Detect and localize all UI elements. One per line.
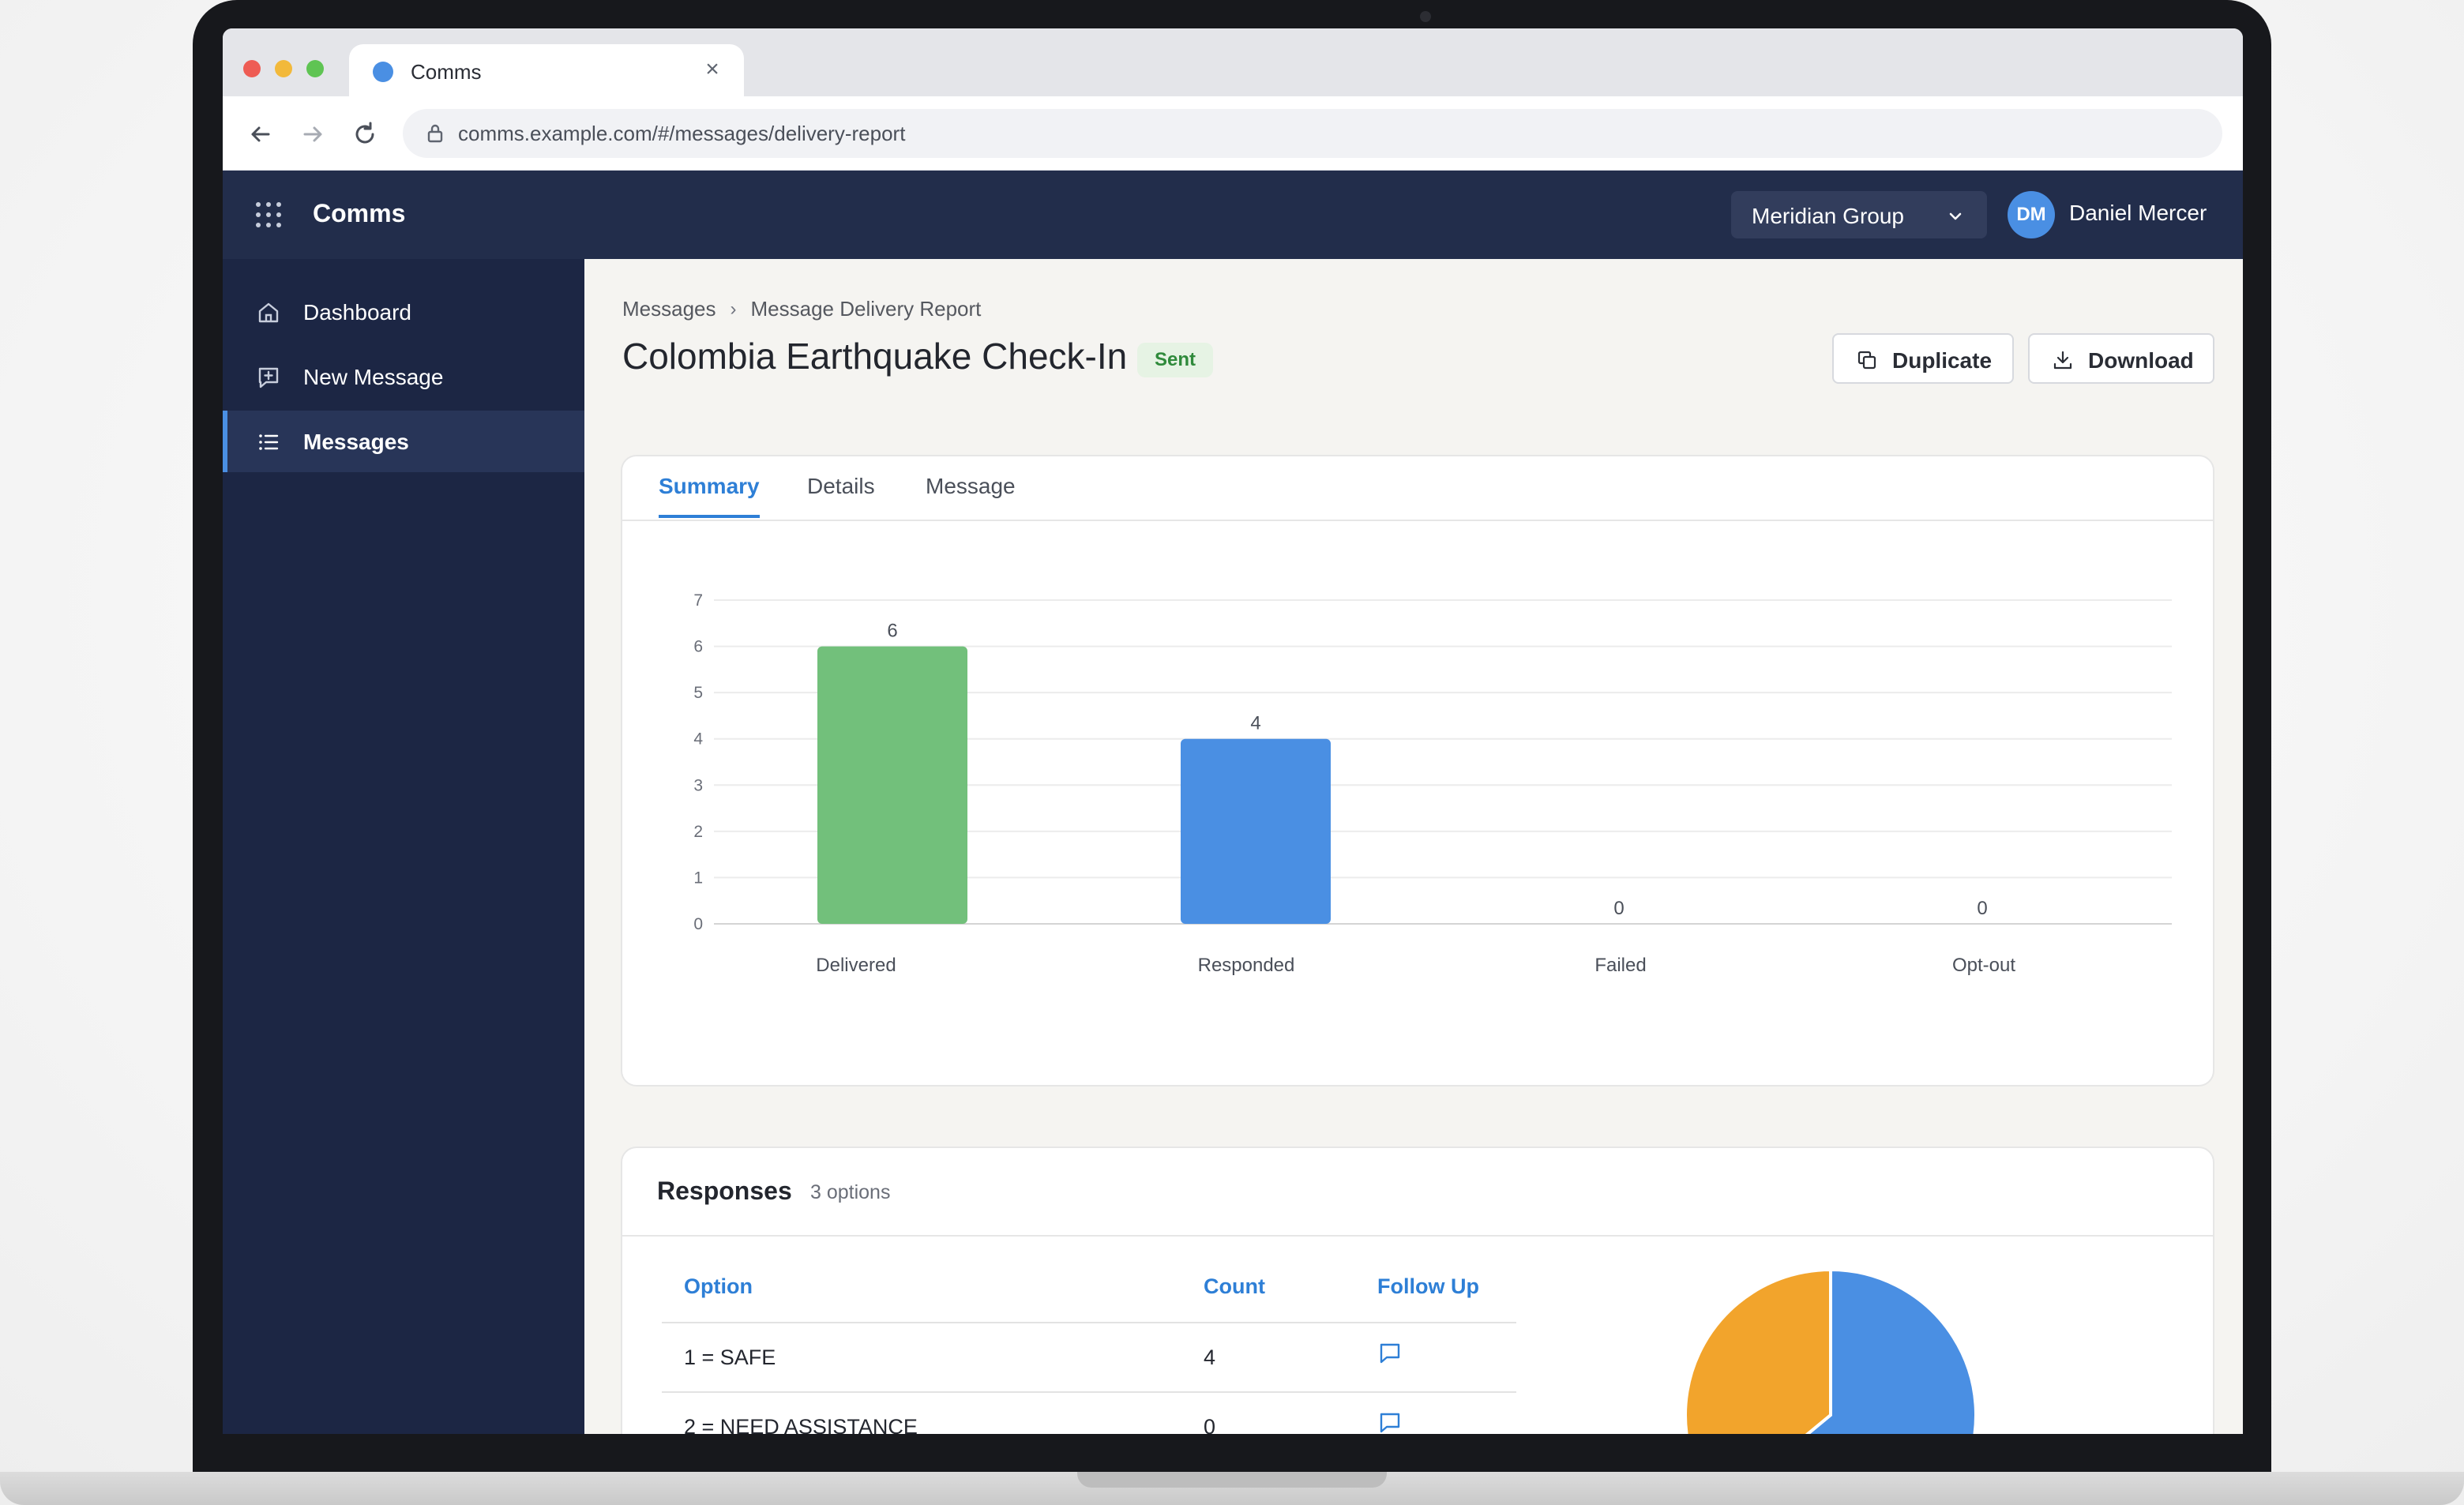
list-icon bbox=[259, 434, 279, 450]
apps-grid-icon[interactable] bbox=[256, 202, 281, 227]
laptop-notch bbox=[1077, 1472, 1387, 1488]
y-tick-label: 0 bbox=[693, 915, 703, 933]
download-label: Download bbox=[2088, 348, 2194, 373]
count-cell: 4 bbox=[1204, 1345, 1216, 1369]
back-arrow-icon[interactable] bbox=[245, 118, 276, 150]
reload-icon[interactable] bbox=[349, 118, 381, 150]
lock-icon bbox=[427, 124, 443, 143]
background: Comms × comms.example.com/#/messages/del… bbox=[0, 0, 2464, 1505]
screen: Comms × comms.example.com/#/messages/del… bbox=[223, 28, 2243, 1434]
message-plus-icon bbox=[258, 367, 279, 388]
tab-summary[interactable]: Summary bbox=[659, 474, 760, 518]
organization-select[interactable]: Meridian Group bbox=[1731, 191, 1987, 238]
window-minimize-dot[interactable] bbox=[275, 60, 292, 77]
browser-tab[interactable]: Comms × bbox=[349, 44, 744, 96]
forward-arrow-icon[interactable] bbox=[297, 118, 329, 150]
close-tab-icon[interactable]: × bbox=[700, 57, 725, 82]
page-title: Colombia Earthquake Check-In bbox=[622, 336, 1128, 377]
duplicate-button[interactable]: Duplicate bbox=[1832, 333, 2014, 384]
tab-message[interactable]: Message bbox=[926, 474, 1016, 515]
sidebar-item-messages[interactable]: Messages bbox=[223, 411, 584, 472]
bar-responded bbox=[1181, 738, 1331, 924]
url-bar[interactable]: comms.example.com/#/messages/delivery-re… bbox=[403, 109, 2222, 158]
duplicate-label: Duplicate bbox=[1892, 348, 1993, 373]
browser-tabbar: Comms × bbox=[223, 28, 2243, 96]
bar-value-label: 0 bbox=[1613, 898, 1624, 919]
breadcrumb-link-messages[interactable]: Messages bbox=[622, 297, 716, 321]
follow-up-message-icon[interactable] bbox=[1377, 1341, 1403, 1366]
main-content: Messages › Message Delivery Report Colom… bbox=[584, 259, 2243, 1434]
column-header-option[interactable]: Option bbox=[684, 1274, 753, 1299]
pie-slice-2 bbox=[1684, 1267, 1832, 1434]
option-cell: 2 = NEED ASSISTANCE bbox=[684, 1415, 918, 1434]
responses-card: Responses 3 options Option Count Follow … bbox=[621, 1147, 2214, 1434]
bar-delivered bbox=[817, 646, 967, 924]
y-tick-label: 4 bbox=[693, 730, 703, 749]
browser-toolbar: comms.example.com/#/messages/delivery-re… bbox=[223, 96, 2243, 171]
copy-icon bbox=[1857, 351, 1876, 370]
y-tick-label: 6 bbox=[693, 638, 703, 656]
app-header: Comms Meridian Group DM Daniel Mercer bbox=[223, 171, 2243, 259]
responses-pie-chart bbox=[1684, 1267, 1978, 1434]
y-tick-label: 5 bbox=[693, 684, 703, 702]
column-header-follow-up: Follow Up bbox=[1377, 1274, 1479, 1298]
responses-option-count: 3 options bbox=[810, 1181, 891, 1203]
follow-up-message-icon[interactable] bbox=[1377, 1410, 1403, 1434]
y-tick-label: 3 bbox=[693, 776, 703, 794]
browser-tab-title: Comms bbox=[411, 60, 482, 84]
breadcrumb-separator: › bbox=[730, 298, 737, 320]
bar-value-label: 4 bbox=[1250, 713, 1260, 734]
tab-details[interactable]: Details bbox=[807, 474, 875, 515]
download-icon bbox=[2053, 351, 2072, 370]
breadcrumb-current: Message Delivery Report bbox=[750, 297, 982, 321]
sidebar-item-label: Dashboard bbox=[303, 300, 411, 325]
sidebar-item-label: Messages bbox=[303, 430, 409, 454]
count-cell: 0 bbox=[1204, 1415, 1216, 1434]
column-header-count[interactable]: Count bbox=[1204, 1274, 1265, 1299]
status-badge: Sent bbox=[1137, 343, 1214, 377]
table-row: 1 = SAFE 4 bbox=[662, 1323, 1516, 1393]
user-name[interactable]: Daniel Mercer bbox=[2069, 201, 2207, 226]
sidebar-item-dashboard[interactable]: Dashboard bbox=[223, 281, 584, 343]
chevron-down-icon bbox=[1949, 212, 1962, 220]
url-text: comms.example.com/#/messages/delivery-re… bbox=[458, 122, 906, 145]
summary-card: Summary Details Message 0 1 2 3 4 5 6 7 6 Deliver… bbox=[621, 455, 2214, 1087]
breadcrumb: Messages › Message Delivery Report bbox=[622, 297, 981, 321]
camera-dot bbox=[1420, 11, 1431, 22]
avatar[interactable]: DM bbox=[2008, 191, 2055, 238]
home-icon bbox=[258, 302, 279, 323]
responses-title: Responses bbox=[657, 1177, 792, 1205]
table-row: 2 = NEED ASSISTANCE 0 bbox=[662, 1393, 1516, 1434]
x-category-label: Failed bbox=[1594, 955, 1646, 976]
organization-label: Meridian Group bbox=[1752, 204, 1904, 228]
bar-value-label: 0 bbox=[1977, 898, 1987, 919]
option-cell: 1 = SAFE bbox=[684, 1345, 776, 1369]
divider bbox=[622, 1235, 2213, 1237]
bar-value-label: 6 bbox=[887, 621, 897, 642]
download-button[interactable]: Download bbox=[2028, 333, 2214, 384]
x-category-label: Opt-out bbox=[1952, 955, 2015, 976]
report-tabs: Summary Details Message bbox=[622, 456, 2213, 521]
window-maximize-dot[interactable] bbox=[306, 60, 324, 77]
sidebar: Dashboard New Message Messages bbox=[223, 259, 584, 1434]
sidebar-item-label: New Message bbox=[303, 365, 444, 389]
x-category-label: Delivered bbox=[816, 955, 896, 976]
app-name: Comms bbox=[313, 199, 406, 227]
sidebar-item-new-message[interactable]: New Message bbox=[223, 346, 584, 407]
x-category-label: Responded bbox=[1198, 955, 1295, 976]
window-close-dot[interactable] bbox=[243, 60, 261, 77]
delivery-bar-chart: 0 1 2 3 4 5 6 7 6 Delivered 4 Responded 0 Failed 0 Opt-… bbox=[693, 591, 2172, 976]
favicon-icon bbox=[373, 62, 393, 82]
y-tick-label: 1 bbox=[693, 869, 703, 887]
y-tick-label: 2 bbox=[693, 823, 703, 841]
y-tick-label: 7 bbox=[693, 591, 703, 610]
